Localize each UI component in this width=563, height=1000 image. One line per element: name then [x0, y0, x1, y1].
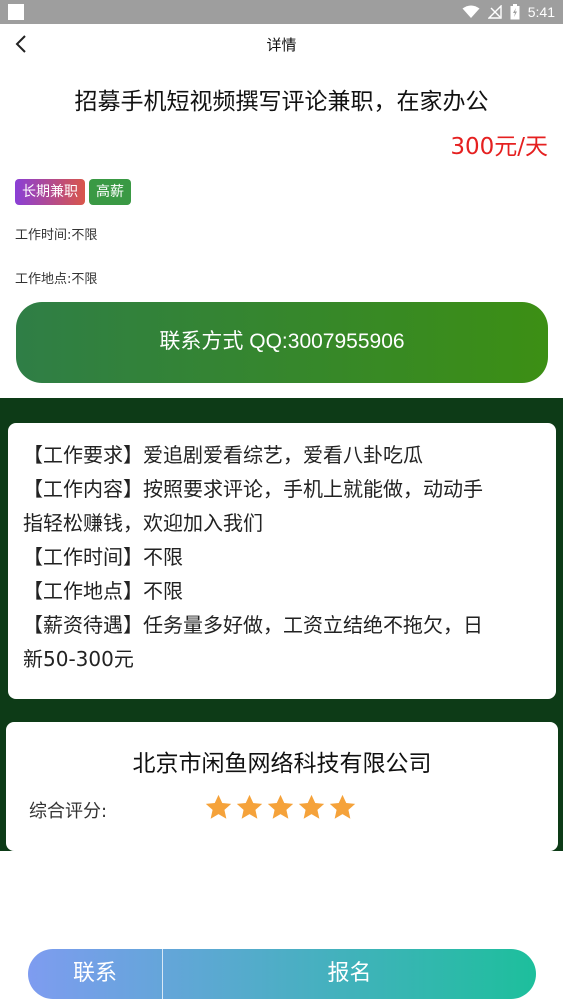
job-description-card: 【工作要求】爱追剧爱看综艺，爱看八卦吃瓜 【工作内容】按照要求评论，手机上就能做… [8, 423, 556, 699]
job-title: 招募手机短视频撰写评论兼职，在家办公 [74, 89, 489, 115]
description-line: 【工作地点】不限 [23, 579, 183, 603]
work-place: 工作地点:不限 [15, 272, 98, 287]
status-time: 5:41 [527, 4, 555, 20]
notification-icon [8, 4, 24, 20]
work-time: 工作时间:不限 [15, 228, 98, 243]
description-line: 指轻松赚钱，欢迎加入我们 [23, 511, 263, 535]
star-icon [298, 794, 325, 819]
rating-stars [204, 793, 357, 822]
description-line: 【工作内容】按照要求评论，手机上就能做，动动手 [23, 477, 483, 501]
contact-button[interactable]: 联系 [28, 949, 162, 999]
star-icon [329, 794, 356, 819]
description-line: 【工作时间】不限 [23, 545, 183, 569]
signal-icon [487, 5, 502, 19]
salary: 300元/天 [450, 134, 548, 160]
job-tags: 长期兼职 高薪 [15, 179, 131, 205]
apply-button[interactable]: 报名 [163, 949, 536, 999]
star-icon [236, 794, 263, 819]
description-line: 新50-300元 [23, 647, 134, 671]
tag-long-term: 长期兼职 [15, 179, 85, 205]
status-icons: 5:41 [462, 0, 555, 24]
description-line: 【薪资待遇】任务量多好做，工资立结绝不拖欠，日 [23, 613, 483, 637]
status-bar: 5:41 [0, 0, 563, 24]
company-card: 北京市闲鱼网络科技有限公司 综合评分: [6, 722, 558, 851]
bottom-action-bar: 联系 报名 [28, 949, 536, 999]
star-icon [205, 794, 232, 819]
description-line: 【工作要求】爱追剧爱看综艺，爱看八卦吃瓜 [23, 443, 423, 467]
page-title: 详情 [266, 36, 297, 54]
star-icon [267, 794, 294, 819]
rating-label: 综合评分: [29, 801, 108, 822]
top-bar: 详情 [0, 24, 563, 64]
company-name: 北京市闲鱼网络科技有限公司 [132, 751, 432, 777]
tag-high-pay: 高薪 [89, 179, 131, 205]
contact-qq-button[interactable]: 联系方式 QQ:3007955906 [16, 302, 548, 383]
battery-icon [510, 4, 520, 20]
wifi-icon [462, 5, 480, 18]
